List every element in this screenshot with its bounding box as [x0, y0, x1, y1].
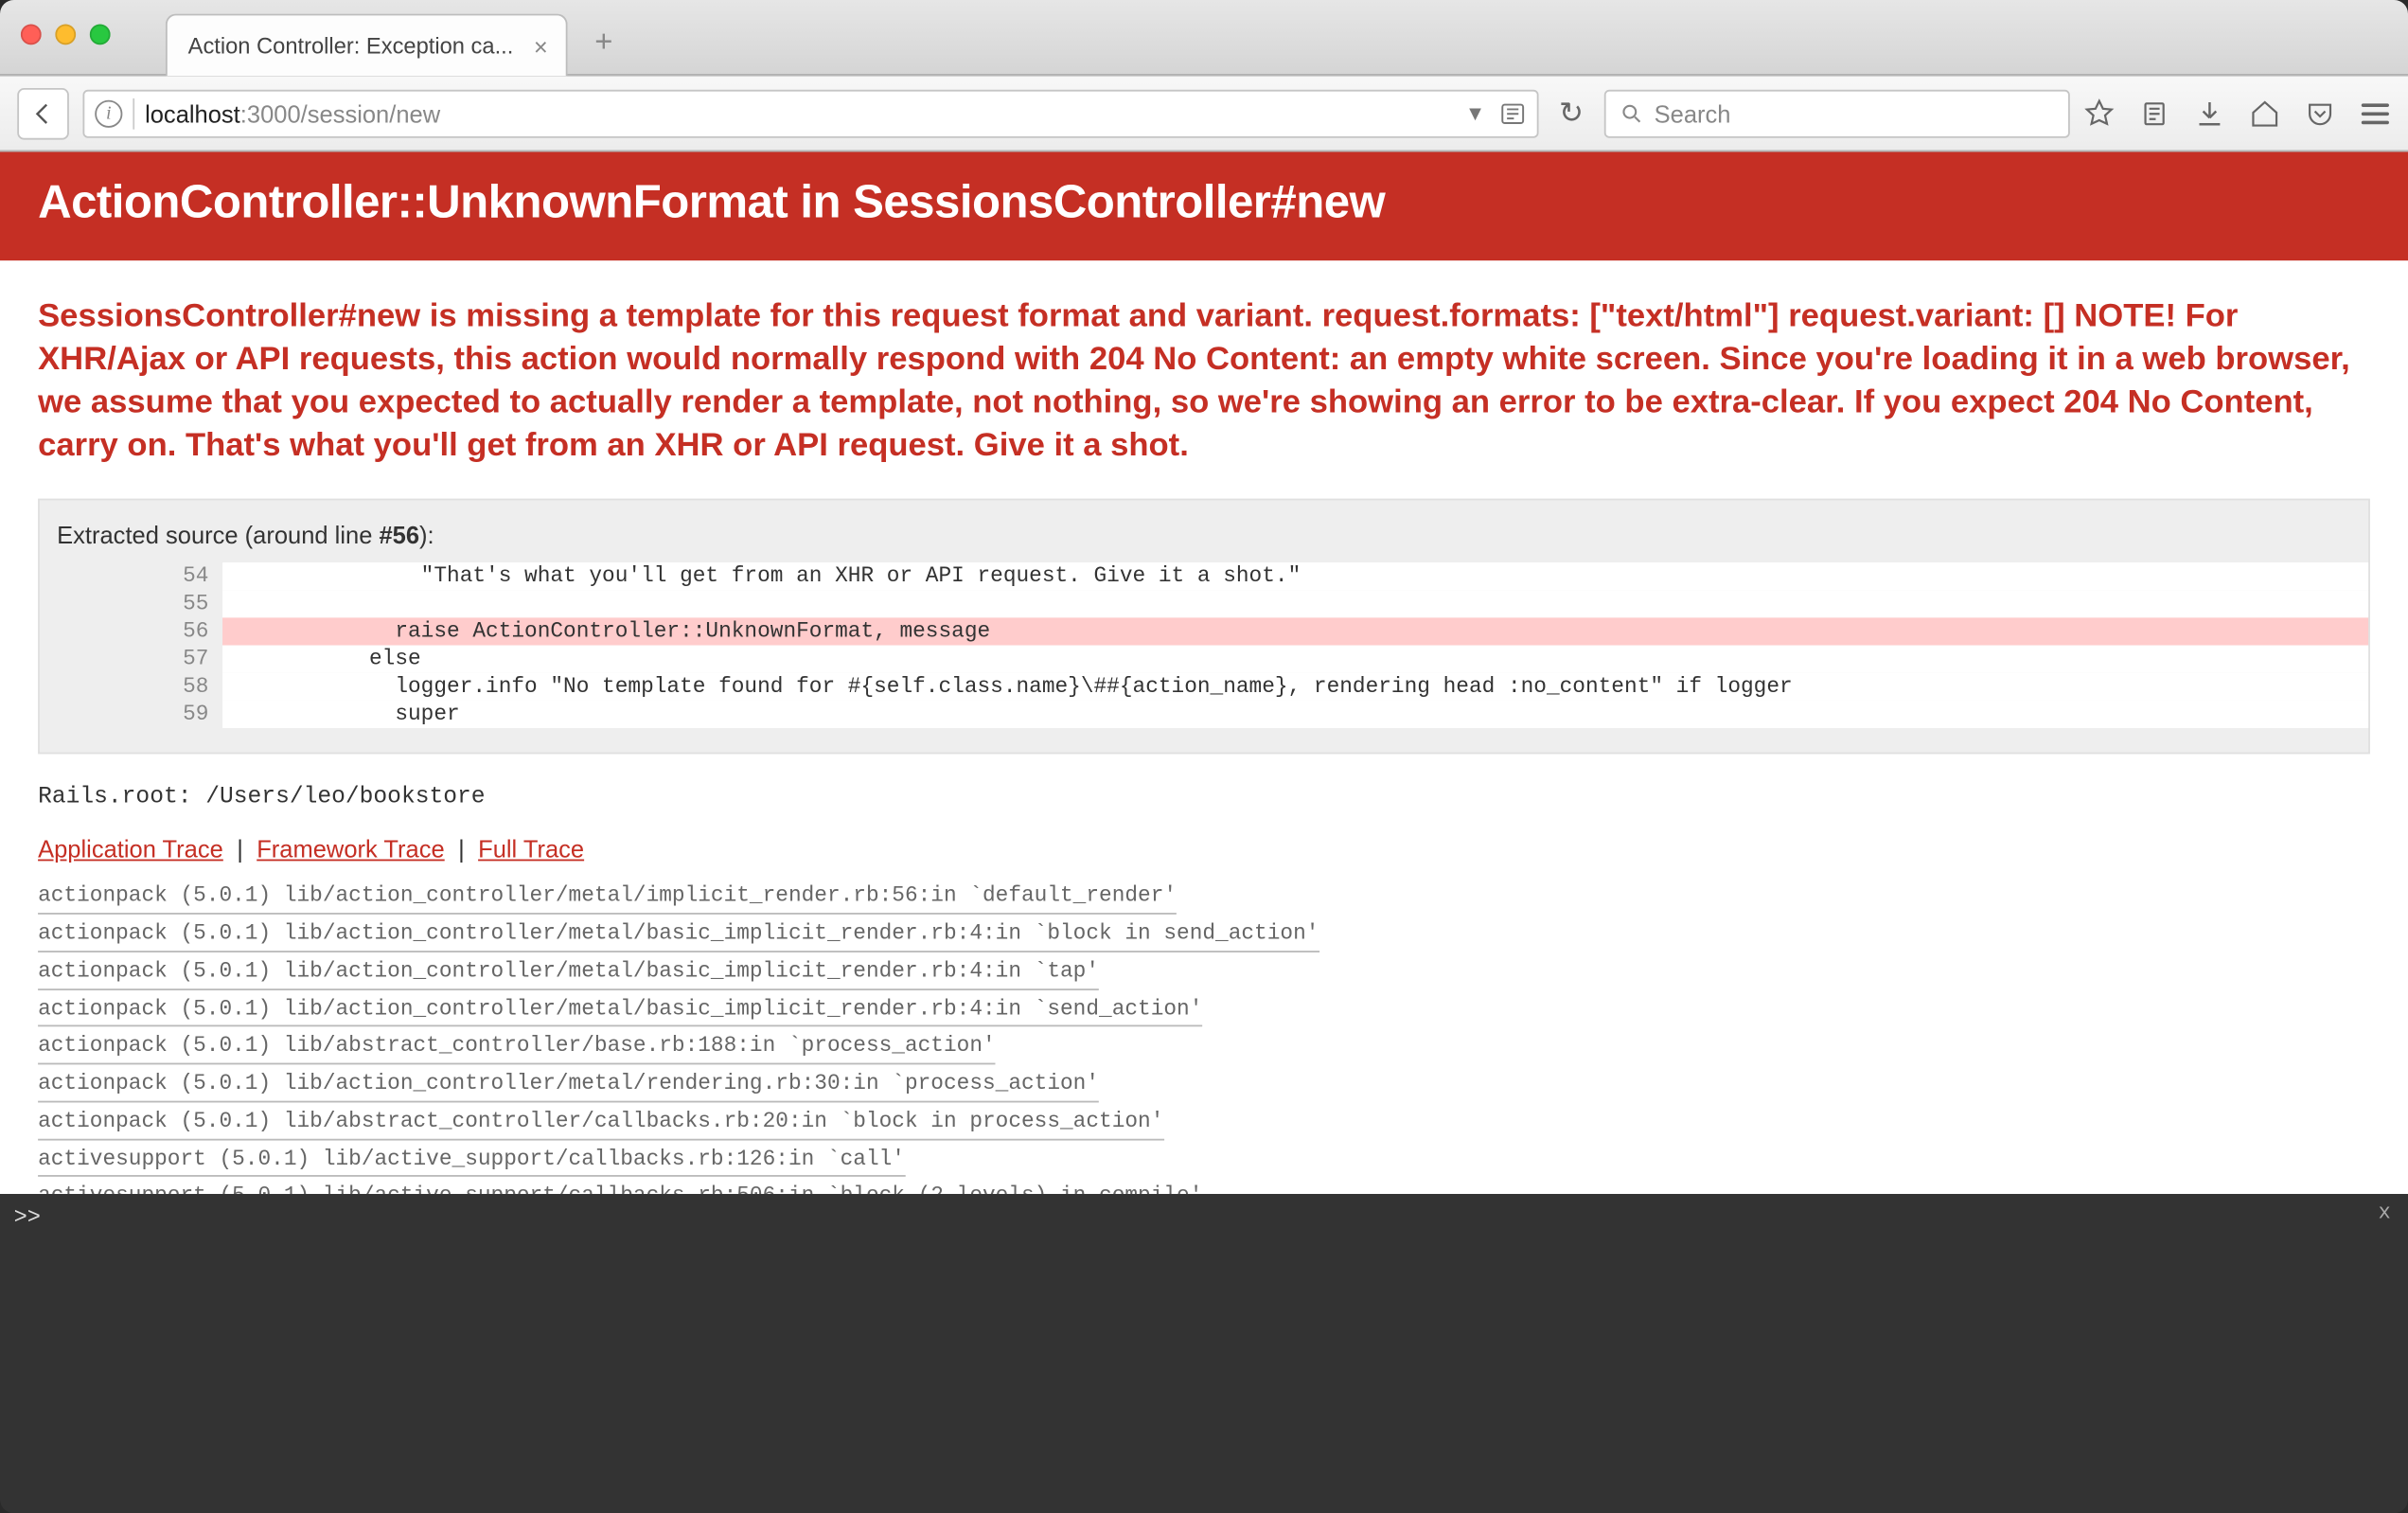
trace-line[interactable]: actionpack (5.0.1) lib/action_controller… — [38, 955, 1099, 989]
code-line: super — [222, 701, 2368, 728]
dropdown-icon[interactable]: ▾ — [1469, 98, 1481, 128]
back-icon — [29, 99, 57, 127]
application-trace-link[interactable]: Application Trace — [38, 836, 223, 863]
reader-icon[interactable] — [1498, 99, 1526, 127]
window-controls — [21, 25, 111, 45]
code-line — [222, 591, 2368, 618]
rails-root: Rails.root: /Users/leo/bookstore — [38, 786, 2370, 811]
code-line: else — [222, 646, 2368, 673]
extracted-source: Extracted source (around line #56): 54 "… — [38, 499, 2370, 755]
trace-line[interactable]: actionpack (5.0.1) lib/action_controller… — [38, 993, 1202, 1027]
search-placeholder: Search — [1655, 99, 1731, 127]
url-separator — [133, 98, 134, 129]
url-text: localhost:3000/session/new — [145, 99, 440, 127]
trace-line[interactable]: actionpack (5.0.1) lib/action_controller… — [38, 1068, 1099, 1102]
trace-list: actionpack (5.0.1) lib/action_controller… — [38, 881, 2370, 1194]
reload-button[interactable]: ↻ — [1552, 96, 1591, 130]
bookmark-star-icon[interactable] — [2083, 98, 2115, 129]
close-window-button[interactable] — [21, 25, 42, 45]
line-number: 56 — [40, 618, 222, 646]
line-number: 59 — [40, 701, 222, 728]
trace-line[interactable]: actionpack (5.0.1) lib/action_controller… — [38, 881, 1177, 915]
library-icon[interactable] — [2139, 98, 2170, 129]
line-number: 58 — [40, 673, 222, 701]
trace-line[interactable]: activesupport (5.0.1) lib/active_support… — [38, 1143, 905, 1177]
back-button[interactable] — [17, 87, 69, 139]
home-icon[interactable] — [2249, 98, 2280, 129]
console-prompt: >> — [14, 1204, 41, 1230]
trace-line[interactable]: activesupport (5.0.1) lib/active_support… — [38, 1181, 1202, 1194]
search-box[interactable]: Search — [1604, 89, 2070, 137]
close-tab-icon[interactable]: × — [534, 32, 548, 60]
line-number: 54 — [40, 563, 222, 591]
source-code-table: 54 "That's what you'll get from an XHR o… — [40, 563, 2368, 729]
line-number: 55 — [40, 591, 222, 618]
search-icon — [1620, 101, 1644, 126]
trace-line[interactable]: actionpack (5.0.1) lib/abstract_controll… — [38, 1031, 996, 1065]
url-bar[interactable]: i localhost:3000/session/new ▾ — [82, 89, 1538, 137]
downloads-icon[interactable] — [2194, 98, 2225, 129]
toolbar-icons — [2083, 98, 2390, 129]
error-title: ActionController::UnknownFormat in Sessi… — [38, 176, 2370, 229]
trace-line[interactable]: actionpack (5.0.1) lib/action_controller… — [38, 918, 1319, 952]
tab-title: Action Controller: Exception ca... — [188, 33, 514, 59]
error-header: ActionController::UnknownFormat in Sessi… — [0, 151, 2408, 260]
trace-line[interactable]: actionpack (5.0.1) lib/abstract_controll… — [38, 1106, 1163, 1140]
line-number: 57 — [40, 646, 222, 673]
minimize-window-button[interactable] — [55, 25, 76, 45]
framework-trace-link[interactable]: Framework Trace — [257, 836, 444, 863]
pocket-icon[interactable] — [2305, 98, 2336, 129]
code-line: raise ActionController::UnknownFormat, m… — [222, 618, 2368, 646]
window-title-bar: Action Controller: Exception ca... × + — [0, 0, 2408, 76]
page-content: ActionController::UnknownFormat in Sessi… — [0, 151, 2408, 1194]
site-info-icon[interactable]: i — [95, 99, 122, 127]
full-trace-link[interactable]: Full Trace — [478, 836, 584, 863]
zoom-window-button[interactable] — [90, 25, 111, 45]
source-label: Extracted source (around line #56): — [40, 518, 2368, 562]
new-tab-button[interactable]: + — [587, 25, 621, 59]
code-line: "That's what you'll get from an XHR or A… — [222, 563, 2368, 591]
code-line: logger.info "No template found for #{sel… — [222, 673, 2368, 701]
console-close-button[interactable]: x — [2379, 1201, 2391, 1225]
trace-tabs: Application Trace | Framework Trace | Fu… — [38, 836, 2370, 863]
browser-tab[interactable]: Action Controller: Exception ca... × — [166, 14, 567, 77]
menu-button[interactable] — [2360, 98, 2391, 129]
web-console[interactable]: >> x — [0, 1194, 2408, 1513]
hamburger-icon — [2362, 102, 2389, 123]
error-message: SessionsController#new is missing a temp… — [38, 295, 2370, 469]
browser-toolbar: i localhost:3000/session/new ▾ ↻ Search — [0, 76, 2408, 151]
